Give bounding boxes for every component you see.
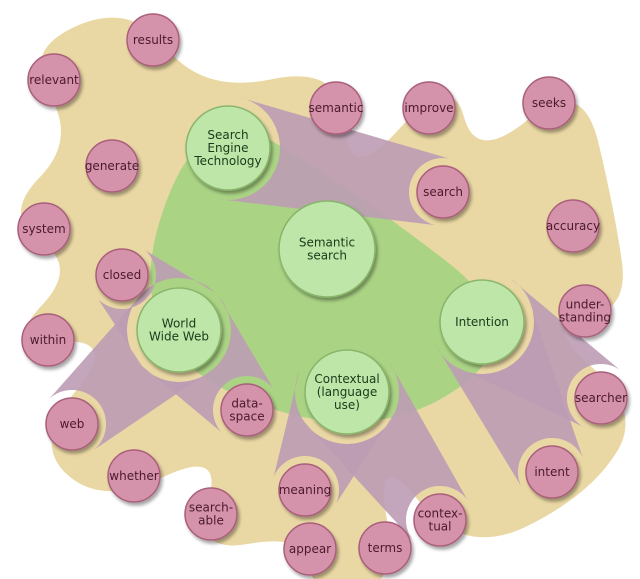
leaf-node-label: search- (189, 501, 233, 515)
main-node-label: Wide Web (149, 330, 209, 344)
main-node-label: Contextual (314, 372, 379, 386)
leaf-node-appear: appear (284, 523, 336, 575)
leaf-node-web: web (46, 398, 98, 450)
leaf-node-label: generate (85, 159, 139, 173)
leaf-node-label: terms (368, 541, 403, 555)
leaf-node-accuracy: accuracy (546, 200, 600, 252)
leaf-node-label: results (133, 33, 173, 47)
leaf-node-label: system (22, 222, 65, 236)
leaf-node-system: system (18, 203, 70, 255)
leaf-node-searchable: search-able (185, 488, 237, 540)
leaf-node-label: relevant (29, 73, 79, 87)
leaf-node-label: appear (289, 542, 331, 556)
leaf-node-label: intent (534, 465, 570, 479)
leaf-node-label: meaning (279, 483, 332, 497)
leaf-node-whether: whether (108, 450, 160, 502)
leaf-node-searcher: searcher (575, 372, 627, 424)
main-node-label: Semantic (299, 236, 355, 250)
leaf-node-search-leaf: search (417, 166, 469, 218)
leaf-node-label: data- (231, 397, 262, 411)
leaf-node-label: space (229, 410, 264, 424)
main-node-label: World (162, 317, 196, 331)
leaf-node-generate: generate (85, 140, 139, 192)
leaf-node-label: improve (404, 101, 453, 115)
main-node-label: Intention (455, 315, 509, 329)
main-node-contextual-language: Contextual(languageuse) (305, 350, 389, 434)
main-node-label: Engine (207, 141, 248, 155)
concept-map: SemanticsearchSearchEngineTechnologyWorl… (0, 0, 640, 579)
leaf-node-label: under- (566, 298, 605, 312)
leaf-node-dataspace: data-space (221, 384, 273, 436)
main-node-semantic-search: Semanticsearch (279, 201, 375, 297)
leaf-node-label: seeks (532, 96, 566, 110)
leaf-node-terms: terms (359, 522, 411, 574)
main-node-intention: Intention (440, 280, 524, 364)
leaf-node-intent: intent (526, 446, 578, 498)
leaf-node-label: web (60, 417, 85, 431)
main-node-label: search (307, 249, 347, 263)
leaf-node-improve: improve (403, 82, 455, 134)
leaf-node-label: standing (559, 311, 611, 325)
leaf-node-label: tual (429, 520, 452, 534)
leaf-node-closed: closed (96, 249, 148, 301)
leaf-node-results: results (127, 14, 179, 66)
leaf-node-seeks: seeks (523, 77, 575, 129)
leaf-node-label: semantic (309, 101, 364, 115)
main-node-label: (language (317, 385, 378, 399)
main-node-label: Search (207, 128, 248, 142)
main-node-world-wide-web: WorldWide Web (137, 288, 221, 372)
leaf-node-meaning: meaning (279, 464, 332, 516)
leaf-node-label: searcher (575, 391, 627, 405)
leaf-node-label: closed (103, 268, 142, 282)
leaf-node-within: within (22, 314, 74, 366)
leaf-node-label: accuracy (546, 219, 600, 233)
leaf-node-relevant: relevant (28, 54, 80, 106)
leaf-node-label: whether (109, 469, 158, 483)
main-node-label: use) (334, 398, 360, 412)
leaf-node-understanding: under-standing (559, 285, 611, 337)
leaf-node-label: search (423, 185, 463, 199)
main-node-search-engine-tech: SearchEngineTechnology (186, 106, 270, 190)
leaf-node-label: within (30, 333, 66, 347)
leaf-node-semantic: semantic (309, 82, 364, 134)
leaf-node-contextual: contex-tual (414, 494, 466, 546)
main-node-label: Technology (193, 154, 261, 168)
leaf-node-label: able (198, 514, 224, 528)
leaf-node-label: contex- (418, 507, 463, 521)
